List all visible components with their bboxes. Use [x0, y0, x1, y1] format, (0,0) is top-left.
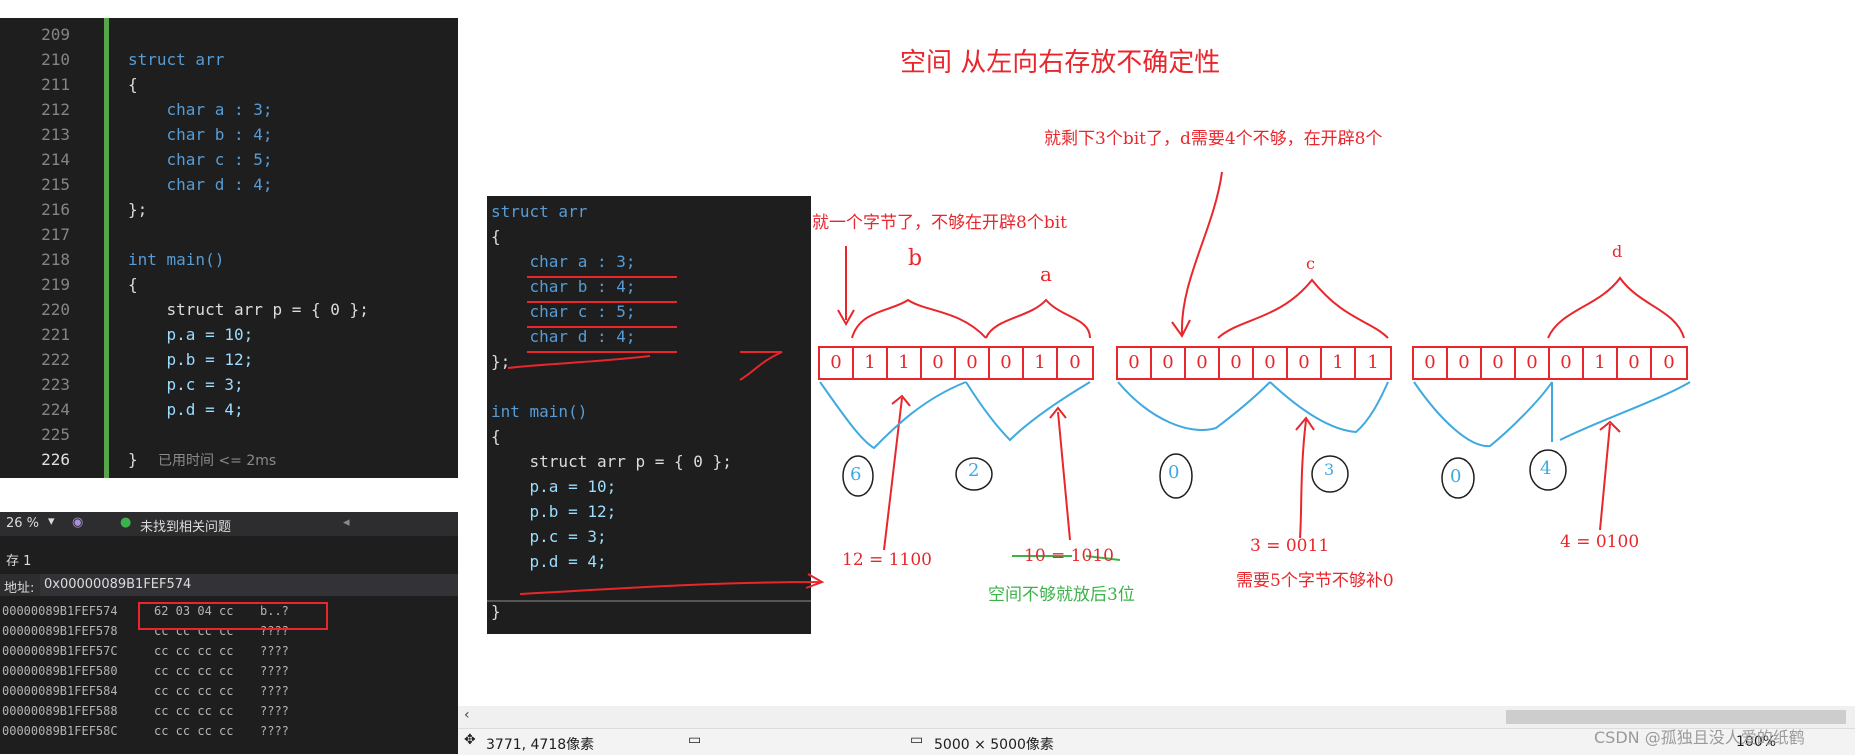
brace-b	[851, 298, 987, 339]
circled-2: 2	[968, 460, 980, 481]
brace-c	[1217, 278, 1389, 339]
brace-a	[985, 298, 1091, 339]
csdn-watermark: CSDN @孤独且没人爱的纸鹤	[1594, 728, 1805, 747]
image-size: 5000 × 5000像素	[934, 737, 1054, 753]
circled-0-b: 0	[1450, 466, 1462, 487]
scroll-left-arrow-icon[interactable]: ‹	[464, 707, 470, 723]
circled-4: 4	[1540, 458, 1552, 479]
circled-3: 3	[1324, 460, 1335, 479]
circled-6: 6	[850, 464, 862, 485]
note-space-not-enough: 空间不够就放后3位	[988, 585, 1135, 605]
move-cursor-icon: ✥	[464, 732, 476, 748]
circled-0-a: 0	[1168, 462, 1180, 483]
equation-10: 10 = 1010	[1024, 546, 1114, 566]
equation-4: 4 = 0100	[1560, 532, 1640, 552]
selection-icon: ▭	[688, 732, 702, 748]
cursor-position: 3771, 4718像素	[486, 737, 595, 753]
scrollbar-thumb[interactable]	[1506, 710, 1846, 724]
image-size-icon: ▭	[910, 732, 924, 748]
equation-3: 3 = 0011	[1250, 536, 1330, 556]
equation-12: 12 = 1100	[842, 550, 932, 570]
note-pad-zero: 需要5个字节不够补0	[1236, 571, 1394, 591]
hand-drawn-strokes	[507, 171, 1691, 595]
brace-d	[1547, 276, 1685, 339]
